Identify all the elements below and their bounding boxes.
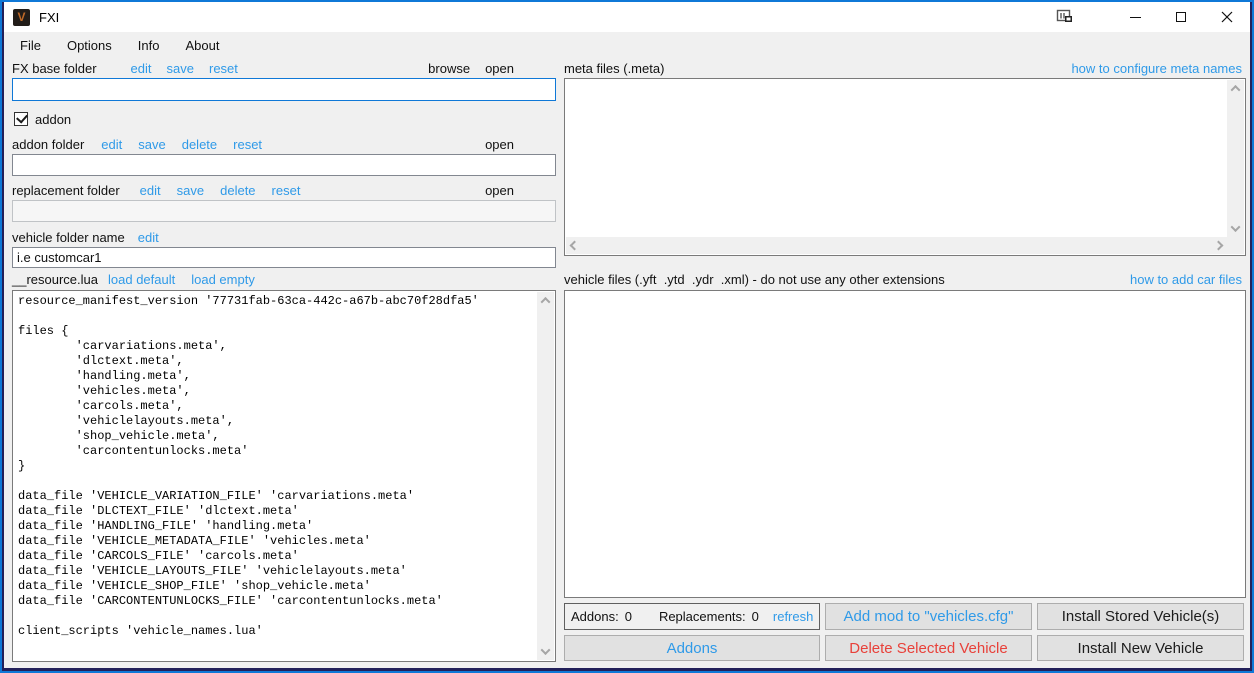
- addon-folder-edit-link[interactable]: edit: [101, 137, 122, 152]
- meta-scroll-right-icon[interactable]: [1210, 237, 1227, 254]
- window-title: FXI: [39, 10, 59, 25]
- titlebar-controls: [1042, 2, 1250, 32]
- refresh-link[interactable]: refresh: [773, 609, 813, 624]
- addon-checkbox-row: addon: [14, 111, 71, 127]
- meta-files-row: meta files (.meta) how to configure meta…: [564, 60, 1246, 76]
- vehicle-files-row: vehicle files (.yft .ytd .ydr .xml) - do…: [564, 271, 1246, 287]
- overlay-window-icon[interactable]: [1042, 2, 1088, 32]
- addon-checkbox[interactable]: [14, 112, 28, 126]
- addons-count-label: Addons:: [571, 609, 619, 624]
- addon-folder-label: addon folder: [12, 137, 84, 152]
- meta-scrollbar-corner: [1227, 237, 1244, 254]
- editor-vertical-scrollbar[interactable]: [537, 292, 554, 660]
- fx-base-save-link[interactable]: save: [167, 61, 194, 76]
- app-window: V FXI File Op: [0, 0, 1254, 673]
- menu-options[interactable]: Options: [54, 34, 125, 57]
- vehicle-folder-name-row: vehicle folder name edit: [12, 229, 556, 245]
- addon-folder-delete-link[interactable]: delete: [182, 137, 217, 152]
- resource-lua-row: __resource.lua load default load empty: [12, 271, 556, 287]
- install-new-vehicle-button[interactable]: Install New Vehicle: [1037, 635, 1244, 661]
- replacement-folder-label: replacement folder: [12, 183, 120, 198]
- vehicle-folder-name-input[interactable]: [12, 247, 556, 268]
- replacements-count-value: 0: [752, 609, 759, 624]
- meta-files-panel[interactable]: [564, 78, 1246, 256]
- close-button[interactable]: [1204, 2, 1250, 32]
- install-stored-vehicles-button[interactable]: Install Stored Vehicle(s): [1037, 603, 1244, 630]
- replacement-folder-reset-link[interactable]: reset: [272, 183, 301, 198]
- meta-scroll-down-icon[interactable]: [1227, 220, 1244, 237]
- how-to-configure-meta-names-link[interactable]: how to configure meta names: [1071, 61, 1242, 76]
- scroll-down-icon[interactable]: [537, 643, 554, 660]
- menubar: File Options Info About: [4, 32, 1250, 58]
- stats-box: Addons: 0 Replacements: 0 refresh: [564, 603, 820, 630]
- addon-folder-input[interactable]: [12, 154, 556, 176]
- add-mod-to-vehicles-cfg-button[interactable]: Add mod to "vehicles.cfg": [825, 603, 1032, 630]
- vehicle-files-label: vehicle files (.yft .ytd .ydr .xml) - do…: [564, 272, 945, 287]
- resource-lua-editor[interactable]: resource_manifest_version '77731fab-63ca…: [12, 290, 556, 662]
- minimize-button[interactable]: [1112, 2, 1158, 32]
- load-empty-link[interactable]: load empty: [191, 272, 255, 287]
- fx-base-open-action[interactable]: open: [485, 61, 514, 76]
- addon-folder-reset-link[interactable]: reset: [233, 137, 262, 152]
- delete-selected-vehicle-button[interactable]: Delete Selected Vehicle: [825, 635, 1032, 661]
- window-body: V FXI File Op: [4, 2, 1250, 668]
- menu-about[interactable]: About: [172, 34, 232, 57]
- meta-panel-horizontal-scrollbar[interactable]: [566, 237, 1227, 254]
- menu-info[interactable]: Info: [125, 34, 173, 57]
- meta-scroll-left-icon[interactable]: [566, 237, 583, 254]
- meta-scroll-up-icon[interactable]: [1227, 80, 1244, 97]
- fx-base-folder-label: FX base folder: [12, 61, 97, 76]
- resource-lua-content[interactable]: resource_manifest_version '77731fab-63ca…: [18, 294, 536, 659]
- scroll-up-icon[interactable]: [537, 292, 554, 309]
- addons-count-value: 0: [625, 609, 632, 624]
- addon-folder-open-action[interactable]: open: [485, 137, 514, 152]
- addon-checkbox-label: addon: [35, 112, 71, 127]
- maximize-button[interactable]: [1158, 2, 1204, 32]
- vehicle-folder-edit-link[interactable]: edit: [138, 230, 159, 245]
- addon-folder-row: addon folder edit save delete reset open: [12, 136, 556, 152]
- replacement-folder-delete-link[interactable]: delete: [220, 183, 255, 198]
- replacement-folder-row: replacement folder edit save delete rese…: [12, 182, 556, 198]
- load-default-link[interactable]: load default: [108, 272, 175, 287]
- meta-panel-vertical-scrollbar[interactable]: [1227, 80, 1244, 237]
- vehicle-files-panel[interactable]: [564, 290, 1246, 598]
- resource-lua-label: __resource.lua: [12, 272, 98, 287]
- fx-base-edit-link[interactable]: edit: [131, 61, 152, 76]
- menu-file[interactable]: File: [7, 34, 54, 57]
- addons-button[interactable]: Addons: [564, 635, 820, 661]
- minimize-icon: [1130, 17, 1141, 18]
- titlebar: V FXI: [4, 2, 1250, 32]
- app-logo-icon: V: [13, 9, 30, 26]
- maximize-icon: [1176, 12, 1186, 22]
- how-to-add-car-files-link[interactable]: how to add car files: [1130, 272, 1242, 287]
- replacements-count-label: Replacements:: [659, 609, 746, 624]
- fx-base-browse-action[interactable]: browse: [428, 61, 470, 76]
- replacement-folder-input[interactable]: [12, 200, 556, 222]
- replacement-folder-open-action[interactable]: open: [485, 183, 514, 198]
- addon-folder-save-link[interactable]: save: [138, 137, 165, 152]
- fx-base-folder-row: FX base folder edit save reset browse op…: [12, 60, 556, 76]
- fx-base-folder-input[interactable]: [12, 78, 556, 101]
- close-icon: [1221, 11, 1233, 23]
- vehicle-folder-name-label: vehicle folder name: [12, 230, 125, 245]
- replacement-folder-edit-link[interactable]: edit: [140, 183, 161, 198]
- fx-base-reset-link[interactable]: reset: [209, 61, 238, 76]
- meta-files-label: meta files (.meta): [564, 61, 664, 76]
- replacement-folder-save-link[interactable]: save: [177, 183, 204, 198]
- main-content: FX base folder edit save reset browse op…: [4, 58, 1250, 668]
